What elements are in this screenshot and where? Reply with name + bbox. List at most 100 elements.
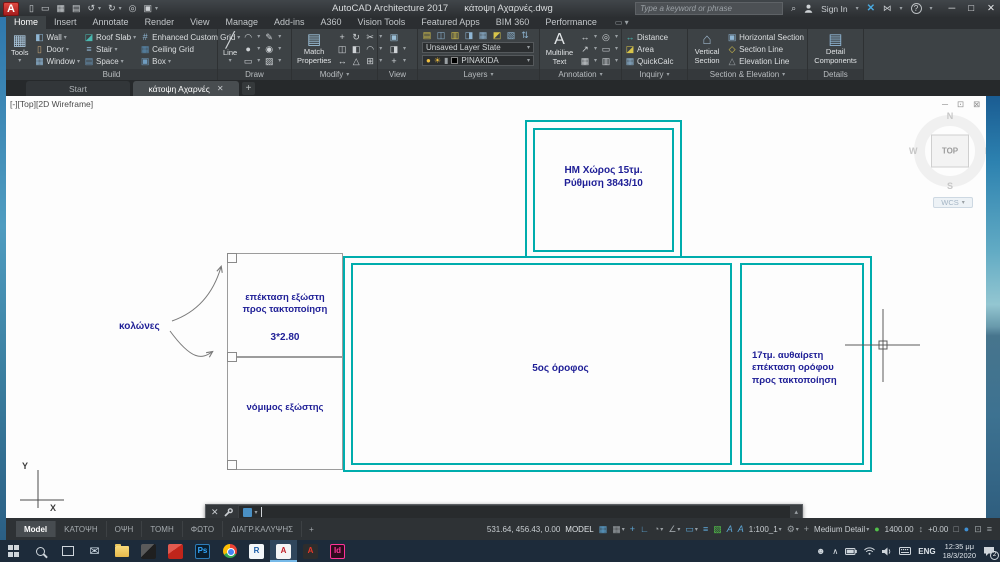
snap-icon[interactable]: ▦ bbox=[599, 525, 608, 534]
qat-redo-dropdown-icon[interactable]: ▾ bbox=[119, 5, 122, 12]
trim-icon[interactable]: ✂ bbox=[365, 33, 375, 42]
help-search-input[interactable]: Type a keyword or phrase bbox=[635, 2, 783, 15]
tab-render[interactable]: Render bbox=[137, 16, 183, 29]
viewport-icon[interactable]: ◨ bbox=[389, 45, 399, 54]
layer-freeze-icon[interactable]: ◨ bbox=[464, 31, 474, 40]
layer-lock-icon[interactable]: ▦ bbox=[478, 31, 488, 40]
annotation-scale-icon[interactable]: ▥ bbox=[601, 57, 611, 66]
sign-in-dropdown-icon[interactable]: ▾ bbox=[856, 5, 859, 12]
tab-a360[interactable]: A360 bbox=[313, 16, 350, 29]
window-button[interactable]: ▦Window▾ bbox=[35, 57, 80, 66]
minimize-button[interactable]: ─ bbox=[949, 3, 956, 14]
vertical-section-button[interactable]: ⌂ Vertical Section bbox=[691, 32, 723, 65]
viewcube-south[interactable]: S bbox=[947, 181, 953, 191]
transparency-icon[interactable]: ▧ bbox=[713, 525, 722, 534]
qat-print-icon[interactable]: ▤ bbox=[72, 3, 81, 14]
annotation-visibility-icon[interactable]: A bbox=[727, 525, 733, 534]
column-marker-bottom[interactable] bbox=[227, 460, 237, 470]
stretch-icon[interactable]: ↔ bbox=[337, 57, 347, 66]
viewcube-north[interactable]: N bbox=[947, 111, 954, 121]
space-indicator[interactable]: MODEL bbox=[565, 525, 593, 534]
mirror-icon[interactable]: ◧ bbox=[351, 45, 361, 54]
distance-button[interactable]: ↔Distance bbox=[625, 33, 673, 42]
taskbar-mail-button[interactable]: ✉ bbox=[81, 540, 108, 562]
qat-redo-icon[interactable]: ↻ bbox=[108, 3, 116, 14]
command-history-button[interactable]: ▴ bbox=[790, 505, 802, 519]
match-properties-button[interactable]: ▤ Match Properties bbox=[295, 32, 333, 65]
label-right-extension[interactable]: 17τμ. αυθαίρετη επέκταση ορόφου προς τακ… bbox=[752, 350, 837, 387]
tray-chevron-up-icon[interactable]: ∧ bbox=[832, 547, 838, 556]
stair-button[interactable]: ≡Stair▾ bbox=[84, 45, 136, 54]
new-file-tab-button[interactable]: + bbox=[242, 82, 255, 95]
layout-tab-add-button[interactable]: + bbox=[302, 525, 321, 534]
qat-new-icon[interactable]: ▯ bbox=[29, 3, 34, 14]
tab-insert[interactable]: Insert bbox=[46, 16, 85, 29]
wcs-dropdown[interactable]: WCS▾ bbox=[933, 197, 973, 208]
isodraft-icon[interactable]: ∠ bbox=[668, 525, 676, 534]
help-icon[interactable]: ? bbox=[911, 3, 922, 14]
command-recent-dropdown-icon[interactable]: ▾ bbox=[255, 509, 258, 516]
grid-icon[interactable]: ▦ bbox=[612, 525, 621, 534]
start-button[interactable] bbox=[0, 540, 27, 562]
qat-undo-icon[interactable]: ↺ bbox=[88, 3, 96, 14]
file-tab-start[interactable]: Start bbox=[26, 81, 130, 96]
layer-properties-icon[interactable]: ▤ bbox=[422, 31, 432, 40]
coordinates-display[interactable]: 531.64, 456.43, 0.00 bbox=[487, 525, 560, 534]
layer-match-icon[interactable]: ◩ bbox=[492, 31, 502, 40]
viewport-restore-icon[interactable]: ⊡ bbox=[957, 99, 964, 110]
file-tab-close-icon[interactable]: ✕ bbox=[217, 84, 224, 93]
clean-screen-icon[interactable]: ⊡ bbox=[974, 525, 982, 534]
panel-label-section[interactable]: Section & Elevation▾ bbox=[688, 69, 807, 80]
tab-manage[interactable]: Manage bbox=[217, 16, 266, 29]
qat-save-icon[interactable]: ▦ bbox=[56, 3, 65, 14]
tab-performance[interactable]: Performance bbox=[537, 16, 605, 29]
viewcube[interactable]: N S W E TOP bbox=[911, 112, 989, 190]
panel-label-modify[interactable]: Modify▾ bbox=[292, 69, 377, 80]
panel-label-annotation[interactable]: Annotation▾ bbox=[540, 69, 621, 80]
door-button[interactable]: ▯Door▾ bbox=[35, 45, 80, 54]
ribbon-minimize-button[interactable]: ▭ ▾ bbox=[615, 18, 629, 29]
arc-icon[interactable]: ✎ bbox=[264, 33, 274, 42]
taskbar-revit-button[interactable]: R bbox=[243, 540, 270, 562]
rectangle-icon[interactable]: ▭ bbox=[243, 57, 253, 66]
maximize-button[interactable]: □ bbox=[968, 3, 974, 14]
hatch-icon[interactable]: ▨ bbox=[264, 57, 274, 66]
task-view-button[interactable] bbox=[54, 540, 81, 562]
label-hm-space[interactable]: ΗΜ Χώρος 15τμ. Ρύθμιση 3843/10 bbox=[533, 164, 674, 190]
taskbar-search-button[interactable] bbox=[27, 540, 54, 562]
viewport-close-icon[interactable]: ⊠ bbox=[973, 99, 980, 110]
navigate-icon[interactable]: + bbox=[389, 57, 399, 66]
panel-label-view[interactable]: View bbox=[378, 69, 417, 80]
table-icon[interactable]: ▦ bbox=[580, 57, 590, 66]
rotate-icon[interactable]: ↻ bbox=[351, 33, 361, 42]
qat-open-icon[interactable]: ▭ bbox=[41, 3, 50, 14]
centerline-icon[interactable]: ◎ bbox=[601, 33, 611, 42]
language-indicator[interactable]: ENG bbox=[918, 547, 935, 556]
annotation-monitor-icon[interactable]: + bbox=[804, 525, 809, 534]
viewport-controls-label[interactable]: [-][Top][2D Wireframe] bbox=[10, 99, 93, 109]
keyboard-icon[interactable] bbox=[899, 547, 911, 555]
osnap-icon[interactable]: ▭ bbox=[685, 525, 694, 534]
taskbar-app-dark-button[interactable] bbox=[135, 540, 162, 562]
qat-workspace-icon[interactable]: ◎ bbox=[129, 3, 137, 14]
array-icon[interactable]: ⊞ bbox=[365, 57, 375, 66]
polar-tracking-icon[interactable]: ◔ bbox=[654, 525, 659, 534]
roof-slab-button[interactable]: ◪Roof Slab▾ bbox=[84, 33, 136, 42]
panel-label-inquiry[interactable]: Inquiry▾ bbox=[622, 69, 687, 80]
horizontal-section-button[interactable]: ▣Horizontal Section bbox=[727, 33, 804, 42]
tab-featured-apps[interactable]: Featured Apps bbox=[413, 16, 488, 29]
panel-label-build[interactable]: Build bbox=[6, 69, 217, 80]
polyline-icon[interactable]: ◠ bbox=[243, 33, 253, 42]
scale-icon[interactable]: △ bbox=[351, 57, 361, 66]
qat-customize-dropdown-icon[interactable]: ▾ bbox=[155, 5, 158, 12]
label-columns[interactable]: κολώνες bbox=[119, 320, 160, 333]
layer-prev-icon[interactable]: ▧ bbox=[506, 31, 516, 40]
panel-label-details[interactable]: Details bbox=[808, 69, 863, 80]
circle-icon[interactable]: ● bbox=[243, 45, 253, 54]
layer-state-icon[interactable]: ⇅ bbox=[520, 31, 530, 40]
elevation-line-button[interactable]: △Elevation Line bbox=[727, 57, 804, 66]
fillet-icon[interactable]: ◠ bbox=[365, 45, 375, 54]
label-floor[interactable]: 5ος όροφος bbox=[370, 362, 751, 375]
tab-bim360[interactable]: BIM 360 bbox=[488, 16, 538, 29]
column-marker-middle[interactable] bbox=[227, 352, 237, 362]
